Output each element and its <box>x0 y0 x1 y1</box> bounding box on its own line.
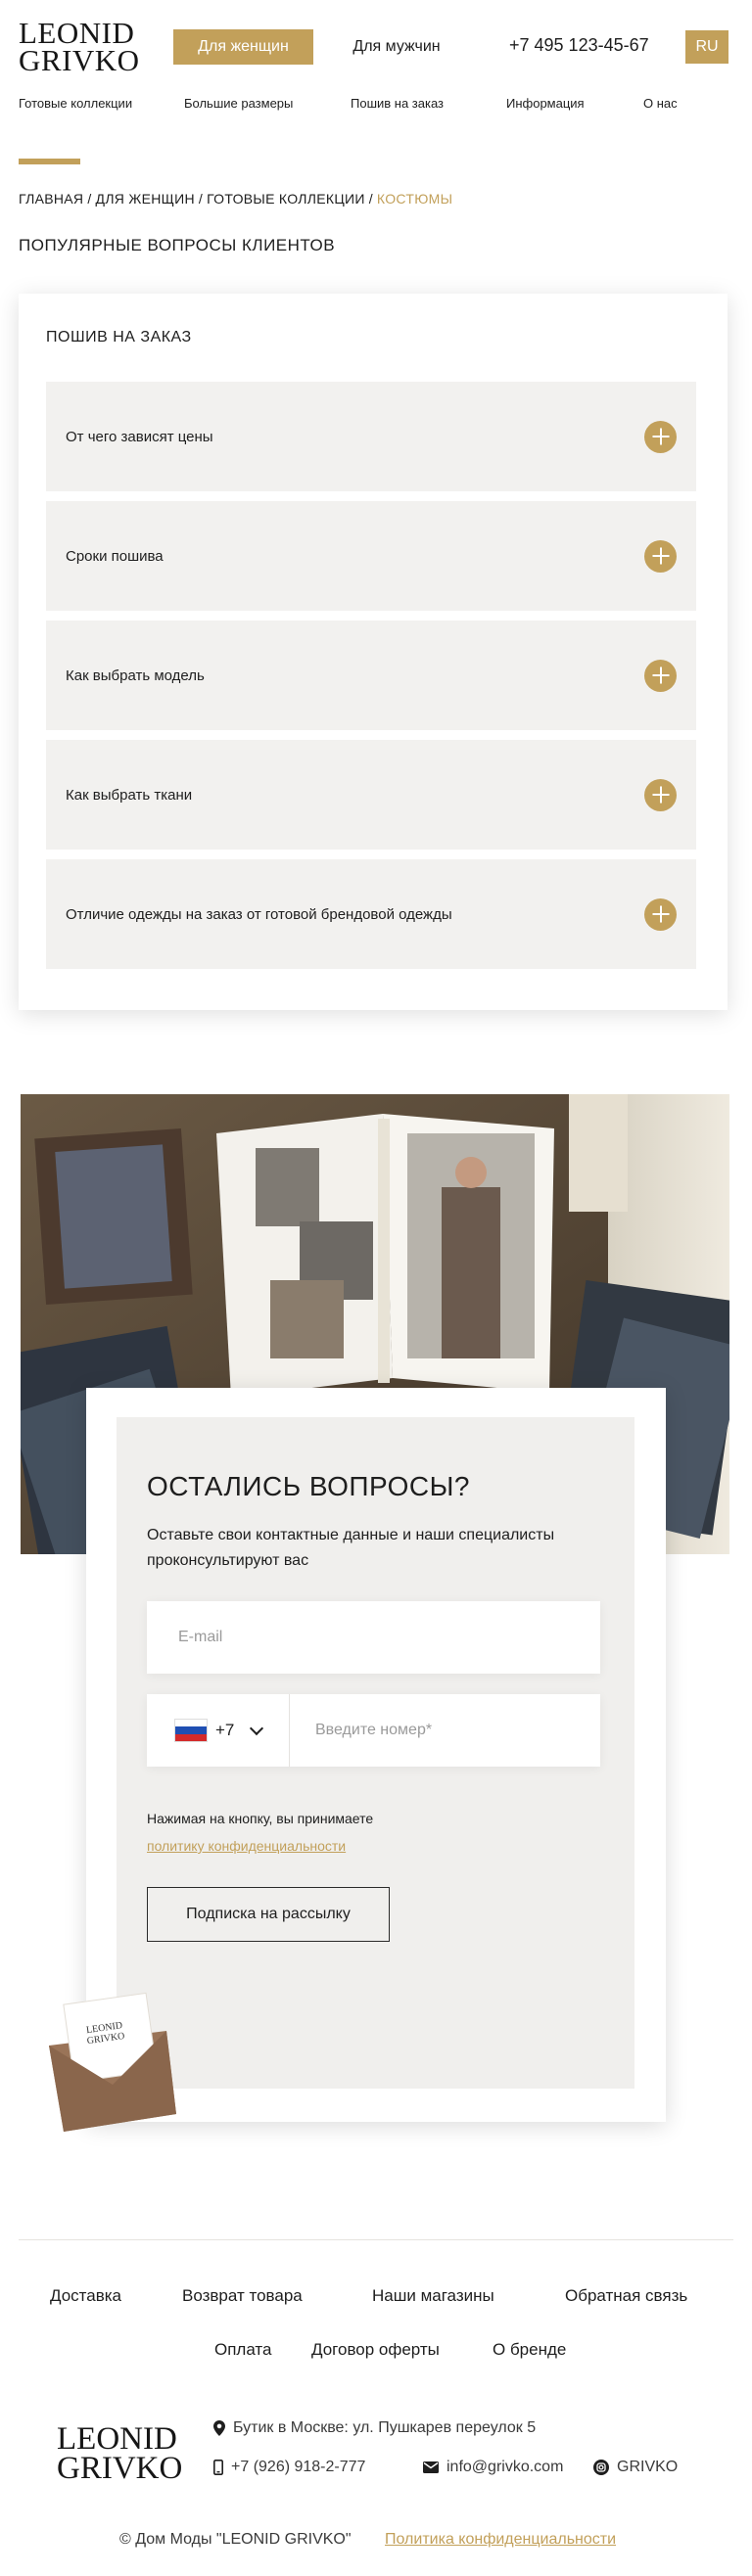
footer-phone-text: +7 (926) 918-2-777 <box>231 2459 366 2475</box>
footer-email-text: info@grivko.com <box>446 2459 564 2475</box>
location-pin-icon <box>213 2420 225 2436</box>
nav-custom-tailoring[interactable]: Пошив на заказ <box>351 96 444 111</box>
footer-logo[interactable]: LEONID GRIVKO <box>57 2421 183 2486</box>
form-panel: ОСТАЛИСЬ ВОПРОСЫ? Оставьте свои контактн… <box>117 1417 634 2089</box>
plus-icon[interactable] <box>644 420 677 453</box>
chevron-down-icon <box>250 1721 264 1735</box>
phone-field[interactable] <box>290 1694 600 1767</box>
footer-privacy-link[interactable]: Политика конфиденциальности <box>385 2531 616 2549</box>
breadcrumb: ГЛАВНАЯ / ДЛЯ ЖЕНЩИН / ГОТОВЫЕ КОЛЛЕКЦИИ / КОС… <box>19 191 452 207</box>
envelope-illustration: LEONID GRIVKO <box>39 1987 176 2134</box>
header-phone[interactable]: +7 495 123-45-67 <box>509 35 649 56</box>
breadcrumb-current: КОСТЮМЫ <box>376 191 453 207</box>
address-text: Бутик в Москве: ул. Пушкарев переулок 5 <box>233 2419 537 2436</box>
faq-question: Как выбрать модель <box>66 667 205 684</box>
plus-icon[interactable] <box>644 659 677 692</box>
faq-card: ПОШИВ НА ЗАКАЗ От чего зависят цены Срок… <box>19 294 728 1010</box>
form-title: ОСТАЛИСЬ ВОПРОСЫ? <box>147 1471 470 1501</box>
faq-item-model[interactable]: Как выбрать модель <box>46 621 696 730</box>
footer-link-payment[interactable]: Оплата <box>214 2340 271 2360</box>
women-button[interactable]: Для женщин <box>173 29 313 65</box>
nav-information[interactable]: Информация <box>506 96 585 111</box>
nav-ready-collections[interactable]: Готовые коллекции <box>19 96 132 111</box>
country-select[interactable]: +7 <box>147 1694 290 1767</box>
faq-question: Отличие одежды на заказ от готовой бренд… <box>66 905 452 923</box>
faq-item-difference[interactable]: Отличие одежды на заказ от готовой бренд… <box>46 859 696 969</box>
breadcrumb-women[interactable]: ДЛЯ ЖЕНЩИН <box>96 191 195 207</box>
faq-section-heading: ПОШИВ НА ЗАКАЗ <box>46 329 192 345</box>
plus-icon[interactable] <box>644 897 677 931</box>
privacy-policy-link[interactable]: политику конфиденциальности <box>147 1838 346 1854</box>
language-switch[interactable]: RU <box>685 30 728 64</box>
breadcrumb-home[interactable]: ГЛАВНАЯ <box>19 191 83 207</box>
breadcrumb-separator: / <box>368 191 373 207</box>
form-description: Оставьте свои контактные данные и наши с… <box>147 1527 555 1569</box>
faq-title: ПОПУЛЯРНЫЕ ВОПРОСЫ КЛИЕНТОВ <box>19 236 336 254</box>
footer-social-text: GRIVKO <box>617 2459 679 2475</box>
faq-item-terms[interactable]: Сроки пошива <box>46 501 696 611</box>
logo-line-2: GRIVKO <box>19 43 140 77</box>
country-code: +7 <box>215 1721 235 1739</box>
plus-icon[interactable] <box>644 539 677 573</box>
footer-link-stores[interactable]: Наши магазины <box>372 2286 494 2306</box>
footer-social[interactable]: GRIVKO <box>593 2459 678 2476</box>
brand-logo[interactable]: LEONID GRIVKO <box>19 18 140 77</box>
footer-link-feedback[interactable]: Обратная связь <box>565 2286 687 2306</box>
phone-field-group: +7 <box>147 1694 600 1767</box>
breadcrumb-separator: / <box>87 191 92 207</box>
copyright: © Дом Моды "LEONID GRIVKO" <box>119 2531 352 2548</box>
consent-label: Нажимая на кнопку, вы принимаете <box>147 1811 374 1826</box>
faq-item-prices[interactable]: От чего зависят цены <box>46 382 696 491</box>
instagram-icon <box>593 2460 609 2475</box>
footer-logo-line-2: GRIVKO <box>57 2451 183 2486</box>
subscribe-button[interactable]: Подписка на рассылку <box>147 1887 390 1942</box>
faq-question: Сроки пошива <box>66 547 164 565</box>
consent-text: Нажимая на кнопку, вы принимаете политик… <box>147 1805 373 1860</box>
footer-address: Бутик в Москве: ул. Пушкарев переулок 5 <box>213 2419 536 2437</box>
nav-about[interactable]: О нас <box>643 96 678 111</box>
phone-icon <box>213 2460 223 2475</box>
breadcrumb-separator: / <box>198 191 204 207</box>
footer-phone[interactable]: +7 (926) 918-2-777 <box>213 2459 365 2476</box>
men-button[interactable]: Для мужчин <box>337 29 456 65</box>
faq-question: Как выбрать ткани <box>66 786 193 804</box>
breadcrumb-collections[interactable]: ГОТОВЫЕ КОЛЛЕКЦИИ <box>207 191 365 207</box>
email-field[interactable] <box>147 1601 600 1674</box>
mail-icon <box>423 2461 439 2473</box>
faq-item-fabrics[interactable]: Как выбрать ткани <box>46 740 696 850</box>
faq-question: От чего зависят цены <box>66 428 213 445</box>
footer-link-returns[interactable]: Возврат товара <box>182 2286 303 2306</box>
footer-logo-line-1: LEONID <box>57 2421 177 2457</box>
nav-large-sizes[interactable]: Большие размеры <box>184 96 293 111</box>
footer-link-brand[interactable]: О бренде <box>493 2340 566 2360</box>
footer-link-offer[interactable]: Договор оферты <box>311 2340 440 2360</box>
footer-link-delivery[interactable]: Доставка <box>50 2286 121 2306</box>
accent-divider <box>19 159 80 164</box>
footer-email[interactable]: info@grivko.com <box>423 2459 563 2476</box>
russia-flag-icon <box>174 1719 208 1742</box>
plus-icon[interactable] <box>644 778 677 811</box>
footer-divider <box>19 2239 733 2240</box>
